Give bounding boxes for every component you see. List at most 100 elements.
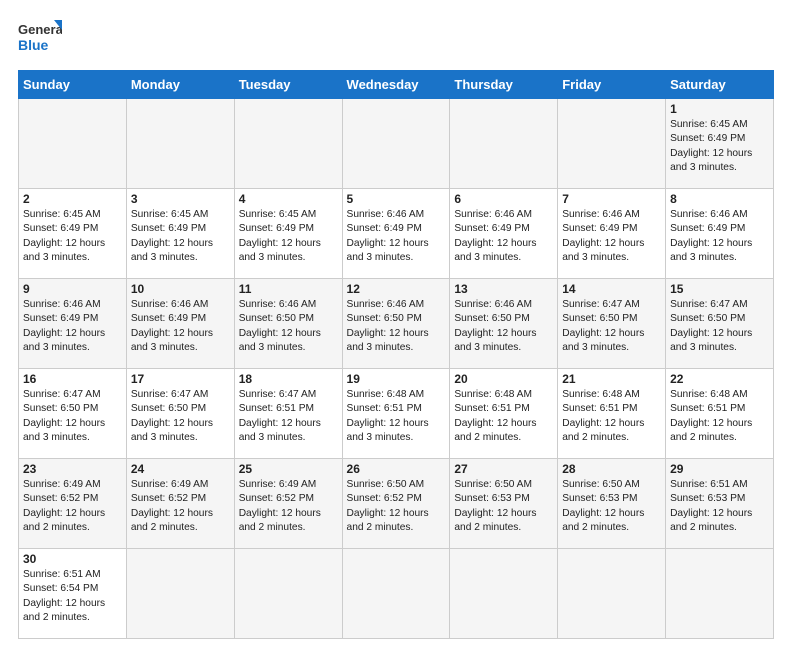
day-content: Sunrise: 6:45 AM Sunset: 6:49 PM Dayligh… [670,118,769,175]
calendar-cell [126,99,234,189]
calendar-cell: 3 Sunrise: 6:45 AM Sunset: 6:49 PM Daylig… [126,189,234,279]
calendar-cell [126,549,234,639]
calendar-cell: 10Sunrise: 6:46 AM Sunset: 6:49 PM Dayli… [126,279,234,369]
weekday-header-saturday: Saturday [666,71,774,99]
calendar-cell [234,549,342,639]
calendar-cell: 24Sunrise: 6:49 AM Sunset: 6:52 PM Dayli… [126,459,234,549]
calendar-cell: 11Sunrise: 6:46 AM Sunset: 6:50 PM Dayli… [234,279,342,369]
day-number: 2 [23,192,122,206]
calendar-cell: 4Sunrise: 6:45 AM Sunset: 6:49 PM Daylig… [234,189,342,279]
calendar-cell: 19Sunrise: 6:48 AM Sunset: 6:51 PM Dayli… [342,369,450,459]
day-content: Sunrise: 6:47 AM Sunset: 6:51 PM Dayligh… [239,388,338,445]
svg-text:Blue: Blue [18,37,49,53]
calendar-cell: 17 Sunrise: 6:47 AM Sunset: 6:50 PM Dayli… [126,369,234,459]
day-number: 11 [239,282,338,296]
calendar-week-row: 30 Sunrise: 6:51 AM Sunset: 6:54 PM Dayli… [19,549,774,639]
day-content: Sunrise: 6:46 AM Sunset: 6:50 PM Dayligh… [454,298,553,355]
calendar-cell: 28Sunrise: 6:50 AM Sunset: 6:53 PM Dayli… [558,459,666,549]
page: General Blue SundayMondayTuesdayWednesda… [0,0,792,649]
calendar-cell: 1 Sunrise: 6:45 AM Sunset: 6:49 PM Daylig… [666,99,774,189]
day-content: Sunrise: 6:45 AM Sunset: 6:49 PM Dayligh… [23,208,122,265]
day-number: 8 [670,192,769,206]
day-content: Sunrise: 6:47 AM Sunset: 6:50 PM Dayligh… [670,298,769,355]
day-number: 27 [454,462,553,476]
calendar-cell: 15 Sunrise: 6:47 AM Sunset: 6:50 PM Dayli… [666,279,774,369]
calendar-cell [342,549,450,639]
calendar-cell: 27 Sunrise: 6:50 AM Sunset: 6:53 PM Dayli… [450,459,558,549]
day-number: 23 [23,462,122,476]
day-content: Sunrise: 6:45 AM Sunset: 6:49 PM Dayligh… [131,208,230,265]
calendar-week-row: 9 Sunrise: 6:46 AM Sunset: 6:49 PM Daylig… [19,279,774,369]
calendar-cell: 23 Sunrise: 6:49 AM Sunset: 6:52 PM Dayli… [19,459,127,549]
day-number: 1 [670,102,769,116]
day-number: 15 [670,282,769,296]
generalblue-logo-icon: General Blue [18,18,62,62]
header: General Blue [18,18,774,62]
calendar-cell: 7Sunrise: 6:46 AM Sunset: 6:49 PM Daylig… [558,189,666,279]
day-content: Sunrise: 6:51 AM Sunset: 6:53 PM Dayligh… [670,478,769,535]
weekday-header-wednesday: Wednesday [342,71,450,99]
day-number: 20 [454,372,553,386]
day-content: Sunrise: 6:48 AM Sunset: 6:51 PM Dayligh… [562,388,661,445]
day-content: Sunrise: 6:51 AM Sunset: 6:54 PM Dayligh… [23,568,122,625]
day-content: Sunrise: 6:48 AM Sunset: 6:51 PM Dayligh… [454,388,553,445]
calendar-week-row: 1 Sunrise: 6:45 AM Sunset: 6:49 PM Daylig… [19,99,774,189]
day-content: Sunrise: 6:49 AM Sunset: 6:52 PM Dayligh… [23,478,122,535]
calendar-header: SundayMondayTuesdayWednesdayThursdayFrid… [19,71,774,99]
calendar-cell: 5Sunrise: 6:46 AM Sunset: 6:49 PM Daylig… [342,189,450,279]
weekday-header-monday: Monday [126,71,234,99]
weekday-header-friday: Friday [558,71,666,99]
day-number: 6 [454,192,553,206]
logo: General Blue [18,18,62,62]
day-content: Sunrise: 6:48 AM Sunset: 6:51 PM Dayligh… [347,388,446,445]
day-content: Sunrise: 6:49 AM Sunset: 6:52 PM Dayligh… [131,478,230,535]
day-number: 26 [347,462,446,476]
day-number: 28 [562,462,661,476]
day-number: 21 [562,372,661,386]
day-number: 16 [23,372,122,386]
day-content: Sunrise: 6:46 AM Sunset: 6:49 PM Dayligh… [23,298,122,355]
day-content: Sunrise: 6:50 AM Sunset: 6:53 PM Dayligh… [454,478,553,535]
calendar-cell [450,99,558,189]
calendar-cell: 29 Sunrise: 6:51 AM Sunset: 6:53 PM Dayli… [666,459,774,549]
calendar-cell: 2 Sunrise: 6:45 AM Sunset: 6:49 PM Daylig… [19,189,127,279]
day-number: 13 [454,282,553,296]
calendar-cell: 6 Sunrise: 6:46 AM Sunset: 6:49 PM Daylig… [450,189,558,279]
calendar-cell: 25Sunrise: 6:49 AM Sunset: 6:52 PM Dayli… [234,459,342,549]
calendar-week-row: 23 Sunrise: 6:49 AM Sunset: 6:52 PM Dayli… [19,459,774,549]
weekday-row: SundayMondayTuesdayWednesdayThursdayFrid… [19,71,774,99]
calendar-week-row: 16 Sunrise: 6:47 AM Sunset: 6:50 PM Dayli… [19,369,774,459]
day-content: Sunrise: 6:48 AM Sunset: 6:51 PM Dayligh… [670,388,769,445]
calendar-cell [558,99,666,189]
calendar-cell: 14Sunrise: 6:47 AM Sunset: 6:50 PM Dayli… [558,279,666,369]
day-number: 5 [347,192,446,206]
calendar-cell: 16 Sunrise: 6:47 AM Sunset: 6:50 PM Dayli… [19,369,127,459]
calendar-cell: 12Sunrise: 6:46 AM Sunset: 6:50 PM Dayli… [342,279,450,369]
calendar-cell: 8Sunrise: 6:46 AM Sunset: 6:49 PM Daylig… [666,189,774,279]
day-content: Sunrise: 6:45 AM Sunset: 6:49 PM Dayligh… [239,208,338,265]
calendar-cell: 22 Sunrise: 6:48 AM Sunset: 6:51 PM Dayli… [666,369,774,459]
day-content: Sunrise: 6:47 AM Sunset: 6:50 PM Dayligh… [23,388,122,445]
day-number: 22 [670,372,769,386]
weekday-header-thursday: Thursday [450,71,558,99]
calendar-cell: 26Sunrise: 6:50 AM Sunset: 6:52 PM Dayli… [342,459,450,549]
day-number: 9 [23,282,122,296]
day-number: 3 [131,192,230,206]
calendar-cell: 30 Sunrise: 6:51 AM Sunset: 6:54 PM Dayli… [19,549,127,639]
calendar-cell [558,549,666,639]
calendar-cell: 18 Sunrise: 6:47 AM Sunset: 6:51 PM Dayli… [234,369,342,459]
day-content: Sunrise: 6:46 AM Sunset: 6:49 PM Dayligh… [131,298,230,355]
svg-text:General: General [18,22,62,37]
calendar-cell: 13 Sunrise: 6:46 AM Sunset: 6:50 PM Dayli… [450,279,558,369]
day-number: 29 [670,462,769,476]
day-number: 30 [23,552,122,566]
day-number: 18 [239,372,338,386]
calendar-cell [450,549,558,639]
day-number: 7 [562,192,661,206]
day-content: Sunrise: 6:49 AM Sunset: 6:52 PM Dayligh… [239,478,338,535]
day-content: Sunrise: 6:47 AM Sunset: 6:50 PM Dayligh… [131,388,230,445]
calendar-cell [342,99,450,189]
day-number: 17 [131,372,230,386]
day-number: 12 [347,282,446,296]
day-content: Sunrise: 6:46 AM Sunset: 6:49 PM Dayligh… [454,208,553,265]
